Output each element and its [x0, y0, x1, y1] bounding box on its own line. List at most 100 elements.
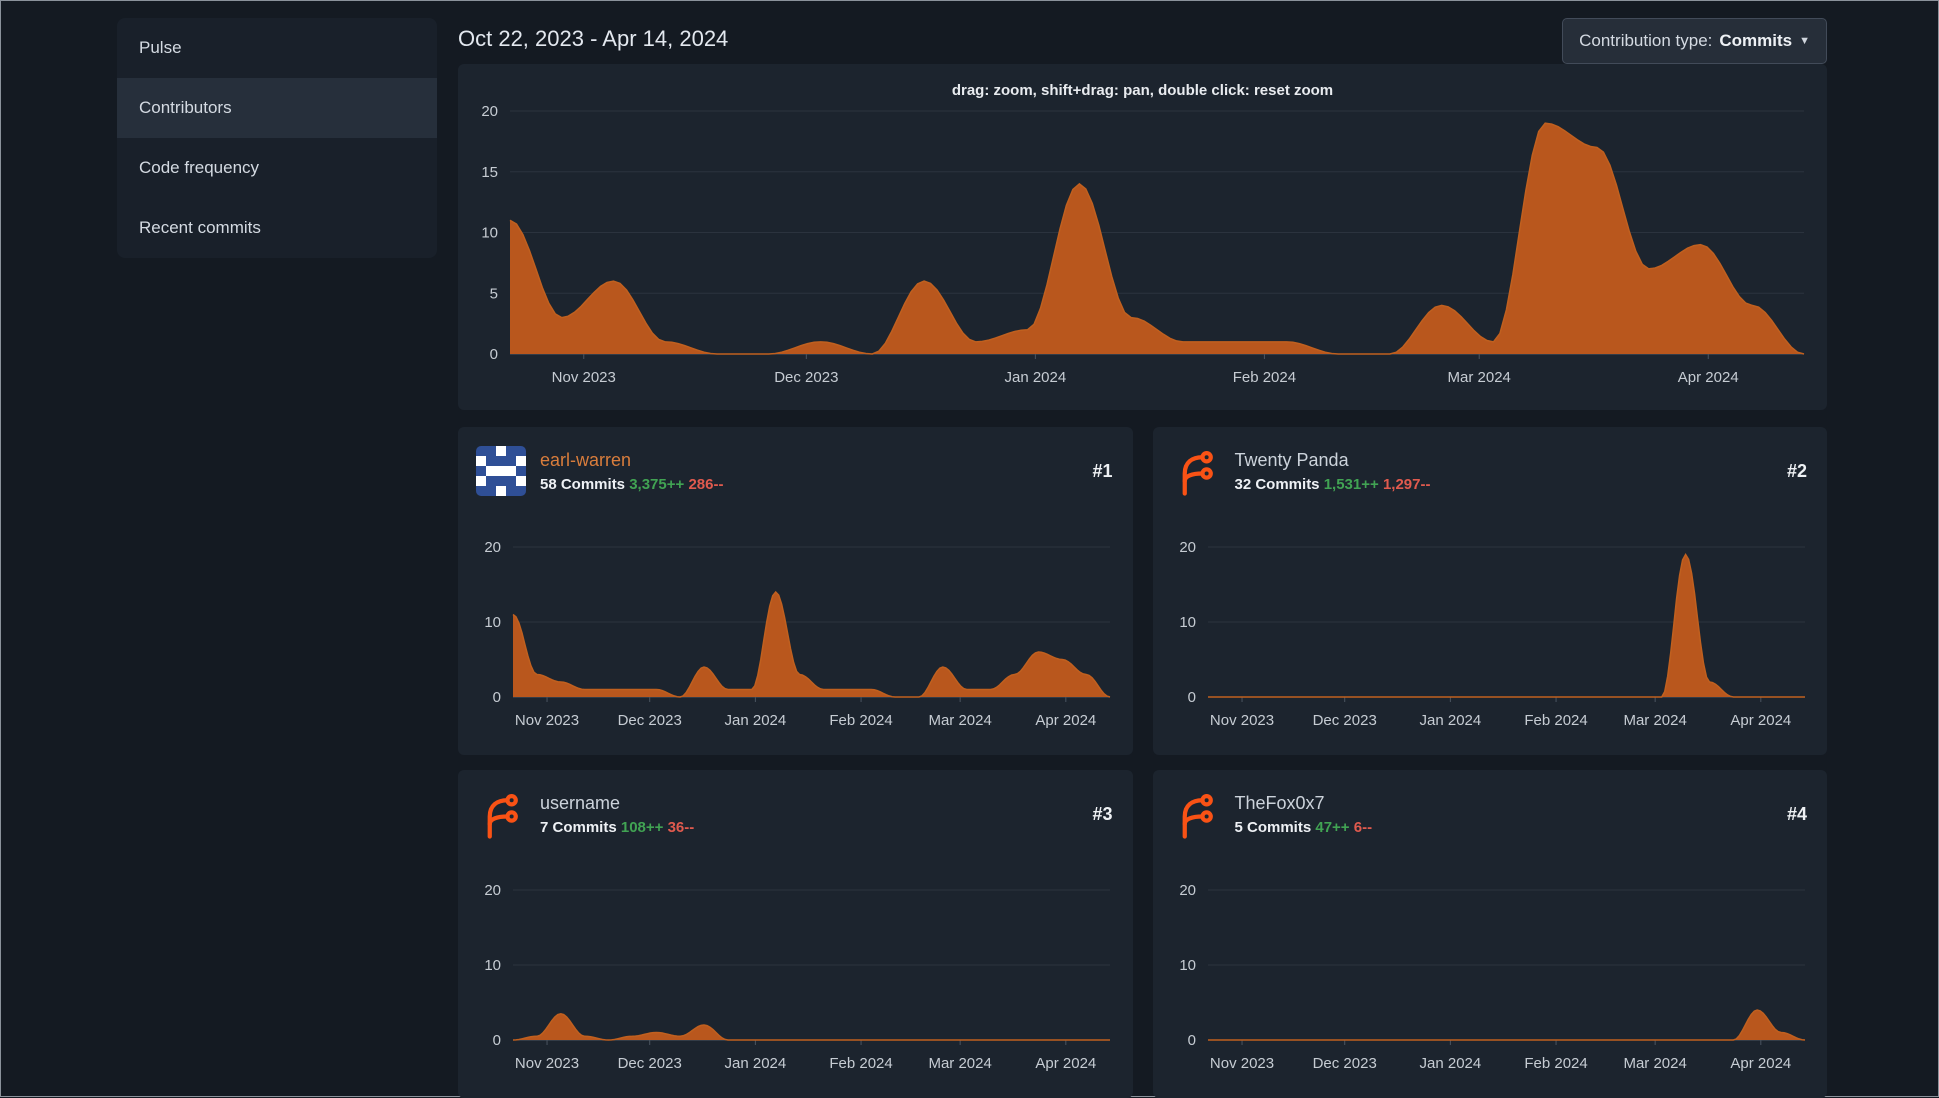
- svg-text:Nov 2023: Nov 2023: [515, 1055, 579, 1072]
- svg-text:5: 5: [490, 285, 498, 302]
- contributor-chart[interactable]: 0 10 20 Nov 2023 Dec 2023 Jan 2024 Feb 2024 Mar…: [1153, 848, 1827, 1098]
- svg-text:Feb 2024: Feb 2024: [829, 1055, 892, 1072]
- header-row: Oct 22, 2023 - Apr 14, 2024 Contribution…: [458, 18, 1827, 64]
- svg-text:10: 10: [484, 614, 501, 631]
- additions-count: 1,531++: [1323, 475, 1379, 493]
- svg-text:Jan 2024: Jan 2024: [1004, 369, 1066, 386]
- sidebar-item-contributors[interactable]: Contributors: [117, 78, 437, 138]
- contributor-stats: 5 Commits 47++ 6--: [1235, 819, 1773, 836]
- svg-text:Apr 2024: Apr 2024: [1730, 712, 1791, 729]
- rank-badge: #4: [1786, 803, 1807, 824]
- contributor-chart[interactable]: 0 10 20 Nov 2023 Dec 2023 Jan 2024 Feb 2024 Mar…: [458, 848, 1132, 1098]
- contributor-name: username: [540, 792, 621, 813]
- additions-count: 3,375++: [629, 475, 685, 493]
- chevron-down-icon: ▼: [1799, 34, 1810, 47]
- contributor-card-header: earl-warren 58 Commits 3,375++ 286-- #1: [458, 427, 1133, 505]
- contributor-card-header: TheFox0x7 5 Commits 47++ 6-- #4: [1153, 770, 1828, 848]
- svg-text:0: 0: [1187, 689, 1195, 706]
- contributor-stats: 32 Commits 1,531++ 1,297--: [1235, 476, 1773, 493]
- svg-text:Dec 2023: Dec 2023: [774, 369, 838, 386]
- svg-text:Jan 2024: Jan 2024: [1419, 712, 1481, 729]
- additions-count: 47++: [1315, 818, 1350, 836]
- contribution-type-dropdown[interactable]: Contribution type: Commits ▼: [1562, 18, 1827, 64]
- svg-text:Mar 2024: Mar 2024: [928, 1055, 991, 1072]
- svg-text:Feb 2024: Feb 2024: [829, 712, 892, 729]
- contributor-card-header: Twenty Panda 32 Commits 1,531++ 1,297-- …: [1153, 427, 1828, 505]
- contributor-info: Twenty Panda 32 Commits 1,531++ 1,297--: [1235, 450, 1773, 493]
- main-activity-chart[interactable]: 0 5 10 15 20 Nov 2023 Dec 2023 Jan 2024 Feb 2024…: [458, 64, 1827, 410]
- svg-text:Nov 2023: Nov 2023: [1209, 1055, 1273, 1072]
- sidebar-item-code-frequency[interactable]: Code frequency: [117, 138, 437, 198]
- svg-text:Jan 2024: Jan 2024: [1419, 1055, 1481, 1072]
- contributor-stats: 58 Commits 3,375++ 286--: [540, 476, 1078, 493]
- svg-text:Nov 2023: Nov 2023: [1209, 712, 1273, 729]
- svg-text:0: 0: [493, 1032, 501, 1049]
- deletions-count: 6--: [1353, 818, 1373, 836]
- svg-text:Dec 2023: Dec 2023: [618, 712, 682, 729]
- svg-text:Mar 2024: Mar 2024: [1448, 369, 1511, 386]
- svg-text:Jan 2024: Jan 2024: [725, 1055, 787, 1072]
- contributor-card: earl-warren 58 Commits 3,375++ 286-- #1 …: [458, 427, 1133, 755]
- rank-badge: #1: [1092, 460, 1113, 481]
- contributor-card: username 7 Commits 108++ 36-- #3 0 10 20 No…: [458, 770, 1133, 1098]
- svg-text:Nov 2023: Nov 2023: [552, 369, 616, 386]
- svg-text:Jan 2024: Jan 2024: [725, 712, 787, 729]
- deletions-count: 286--: [688, 475, 724, 493]
- additions-count: 108++: [620, 818, 664, 836]
- contribution-type-value: Commits: [1719, 31, 1793, 50]
- avatar: [1171, 446, 1221, 496]
- date-range-title: Oct 22, 2023 - Apr 14, 2024: [458, 26, 729, 51]
- activity-menu: Pulse Contributors Code frequency Recent…: [117, 18, 437, 258]
- contributor-card: Twenty Panda 32 Commits 1,531++ 1,297-- …: [1152, 427, 1828, 755]
- sidebar-item-recent-commits[interactable]: Recent commits: [117, 198, 437, 258]
- contributor-name: TheFox0x7: [1234, 792, 1325, 813]
- activity-sidebar: Pulse Contributors Code frequency Recent…: [117, 18, 437, 1096]
- svg-text:20: 20: [484, 882, 501, 899]
- svg-text:Nov 2023: Nov 2023: [515, 712, 579, 729]
- rank-badge: #3: [1092, 803, 1113, 824]
- svg-text:20: 20: [1179, 539, 1196, 556]
- svg-text:Apr 2024: Apr 2024: [1730, 1055, 1791, 1072]
- svg-text:Dec 2023: Dec 2023: [1312, 1055, 1376, 1072]
- svg-text:Feb 2024: Feb 2024: [1524, 712, 1587, 729]
- svg-text:0: 0: [1187, 1032, 1195, 1049]
- sidebar-item-pulse[interactable]: Pulse: [117, 18, 437, 78]
- svg-text:Apr 2024: Apr 2024: [1678, 369, 1739, 386]
- contributor-card-header: username 7 Commits 108++ 36-- #3: [458, 770, 1133, 848]
- svg-text:Apr 2024: Apr 2024: [1035, 1055, 1096, 1072]
- svg-text:Dec 2023: Dec 2023: [1312, 712, 1376, 729]
- svg-text:10: 10: [1179, 614, 1196, 631]
- commit-count: 32 Commits: [1234, 475, 1320, 493]
- avatar: [476, 446, 526, 496]
- contributor-chart[interactable]: 0 10 20 Nov 2023 Dec 2023 Jan 2024 Feb 2024 Mar…: [458, 505, 1132, 755]
- contributor-stats: 7 Commits 108++ 36--: [540, 819, 1078, 836]
- svg-text:0: 0: [493, 689, 501, 706]
- svg-text:20: 20: [484, 539, 501, 556]
- contributor-chart[interactable]: 0 10 20 Nov 2023 Dec 2023 Jan 2024 Feb 2024 Mar…: [1153, 505, 1827, 755]
- contributor-cards-grid: earl-warren 58 Commits 3,375++ 286-- #1 …: [458, 427, 1827, 1098]
- chart-zoom-hint: drag: zoom, shift+drag: pan, double clic…: [951, 82, 1334, 99]
- svg-text:20: 20: [1179, 882, 1196, 899]
- svg-text:0: 0: [490, 346, 498, 363]
- svg-text:10: 10: [481, 225, 498, 242]
- contributor-info: username 7 Commits 108++ 36--: [540, 793, 1078, 836]
- svg-text:Feb 2024: Feb 2024: [1524, 1055, 1587, 1072]
- svg-text:10: 10: [1179, 957, 1196, 974]
- contributor-info: TheFox0x7 5 Commits 47++ 6--: [1235, 793, 1773, 836]
- svg-text:Apr 2024: Apr 2024: [1035, 712, 1096, 729]
- svg-text:Feb 2024: Feb 2024: [1233, 369, 1296, 386]
- contributors-main: Oct 22, 2023 - Apr 14, 2024 Contribution…: [458, 18, 1827, 1098]
- svg-text:Dec 2023: Dec 2023: [618, 1055, 682, 1072]
- svg-text:10: 10: [484, 957, 501, 974]
- avatar: [476, 789, 526, 839]
- deletions-count: 1,297--: [1382, 475, 1431, 493]
- contributor-name[interactable]: earl-warren: [540, 450, 1078, 471]
- commit-count: 5 Commits: [1234, 818, 1312, 836]
- contribution-type-label: Contribution type:: [1579, 31, 1713, 50]
- svg-text:Mar 2024: Mar 2024: [928, 712, 991, 729]
- main-activity-chart-card: drag: zoom, shift+drag: pan, double clic…: [458, 64, 1827, 410]
- svg-text:15: 15: [481, 164, 498, 181]
- svg-text:20: 20: [481, 103, 498, 120]
- commit-count: 58 Commits: [540, 475, 626, 493]
- avatar: [1171, 789, 1221, 839]
